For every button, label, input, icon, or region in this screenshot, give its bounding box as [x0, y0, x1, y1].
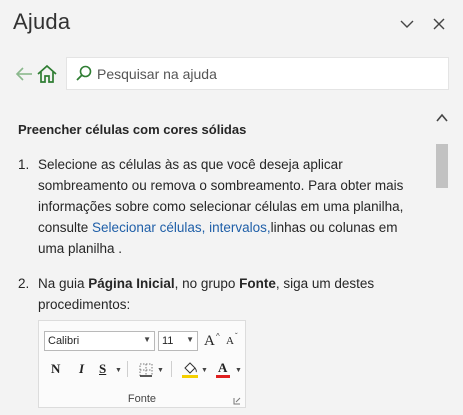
- pane-title: Ajuda: [13, 9, 71, 34]
- search-box[interactable]: [66, 57, 449, 90]
- search-input[interactable]: [97, 60, 442, 87]
- chevron-up-icon: [436, 113, 448, 122]
- list-item: 2. Na guia Página Inicial, no grupo Font…: [18, 273, 418, 315]
- scroll-up-button[interactable]: [435, 111, 449, 123]
- italic-icon: I: [79, 361, 85, 376]
- list-item: 1. Selecione as células às as que você d…: [18, 154, 418, 259]
- collapse-pane-button[interactable]: [396, 13, 418, 35]
- step-text: Na guia Página Inicial, no grupo Fonte, …: [38, 276, 375, 312]
- help-pane-header: Ajuda: [0, 0, 463, 48]
- font-color-icon: A: [216, 360, 230, 378]
- select-cells-link[interactable]: Selecionar células, intervalos,: [92, 220, 271, 235]
- step-number: 2.: [18, 276, 30, 291]
- bold-icon: N: [51, 361, 61, 376]
- dropdown-arrow-icon: ▼: [115, 367, 122, 374]
- search-icon: [76, 65, 92, 81]
- dropdown-arrow-icon: ▼: [186, 335, 194, 344]
- close-pane-button[interactable]: [428, 13, 450, 35]
- dropdown-arrow-icon: ▼: [201, 367, 208, 374]
- back-button[interactable]: [14, 64, 34, 84]
- ribbon-separator: [127, 361, 128, 377]
- borders-icon: [139, 363, 153, 377]
- step-number: 1.: [18, 157, 30, 172]
- article-title: Preencher células com cores sólidas: [18, 122, 247, 137]
- dialog-launcher-icon: [233, 397, 241, 405]
- font-size-dropdown: 11 ▼: [158, 331, 198, 351]
- font-group-label: Fonte: [127, 393, 157, 405]
- help-article: Preencher células com cores sólidas 1. S…: [0, 104, 430, 415]
- close-icon: [433, 18, 445, 30]
- dropdown-arrow-icon: ▼: [235, 367, 242, 374]
- underline-icon: S: [99, 361, 107, 376]
- home-icon: [37, 64, 57, 83]
- steps-list: 1. Selecione as células às as que você d…: [18, 154, 418, 315]
- fill-color-icon: [182, 362, 198, 378]
- dropdown-arrow-icon: ▼: [157, 367, 164, 374]
- decrease-font-size-icon: A: [226, 335, 234, 347]
- arrow-left-icon: [15, 67, 32, 81]
- font-group-screenshot: Calibri ▼ 11 ▼ A ^ A ˇ N I S ▼ ▼ ▼ A ▼ F…: [38, 320, 246, 408]
- svg-text:A: A: [218, 360, 228, 375]
- font-name-dropdown: Calibri ▼: [44, 331, 155, 351]
- caret-up-icon: ^: [216, 332, 220, 341]
- home-button[interactable]: [36, 63, 58, 85]
- increase-font-size-icon: A: [204, 333, 215, 349]
- caret-down-icon: ˇ: [235, 332, 238, 341]
- ribbon-separator: [171, 361, 172, 377]
- step-text: Selecione as células às as que você dese…: [38, 157, 404, 256]
- dropdown-arrow-icon: ▼: [143, 335, 151, 344]
- chevron-down-icon: [400, 20, 414, 28]
- scrollbar-thumb[interactable]: [436, 144, 448, 188]
